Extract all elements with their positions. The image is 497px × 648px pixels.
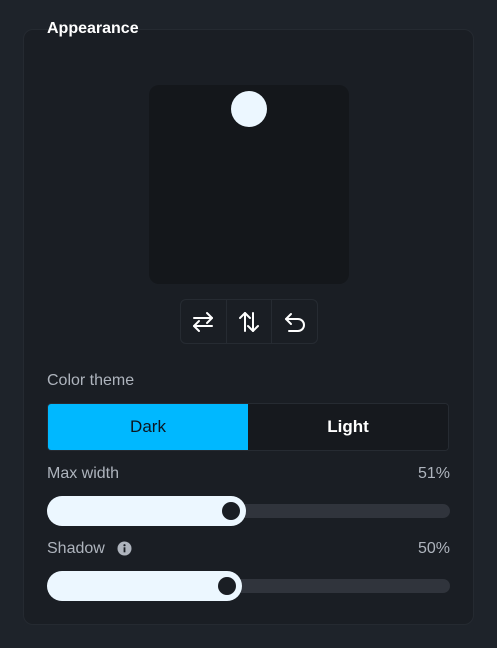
flip-horizontal-button[interactable] [181,300,227,343]
preview-toolbar [180,299,318,344]
panel-title: Appearance [47,20,139,37]
preview-dot [231,91,267,127]
theme-option-dark[interactable]: Dark [48,404,248,450]
theme-option-light[interactable]: Light [248,404,448,450]
shadow-slider-fill[interactable] [47,571,242,601]
reset-button[interactable] [272,300,317,343]
max-width-slider-handle[interactable] [222,502,240,520]
max-width-label: Max width [47,465,120,482]
max-width-value: 51% [417,465,450,482]
swap-vertical-icon [239,311,259,332]
shadow-slider-handle[interactable] [218,577,236,595]
swap-horizontal-icon [193,311,214,332]
shadow-label: Shadow [47,540,105,557]
info-icon[interactable] [117,541,132,556]
shadow-value: 50% [417,540,450,557]
color-theme-selector: Dark Light [47,403,449,451]
max-width-slider-fill[interactable] [47,496,246,526]
color-theme-label: Color theme [47,372,135,389]
undo-icon [284,312,305,332]
flip-vertical-button[interactable] [227,300,273,343]
